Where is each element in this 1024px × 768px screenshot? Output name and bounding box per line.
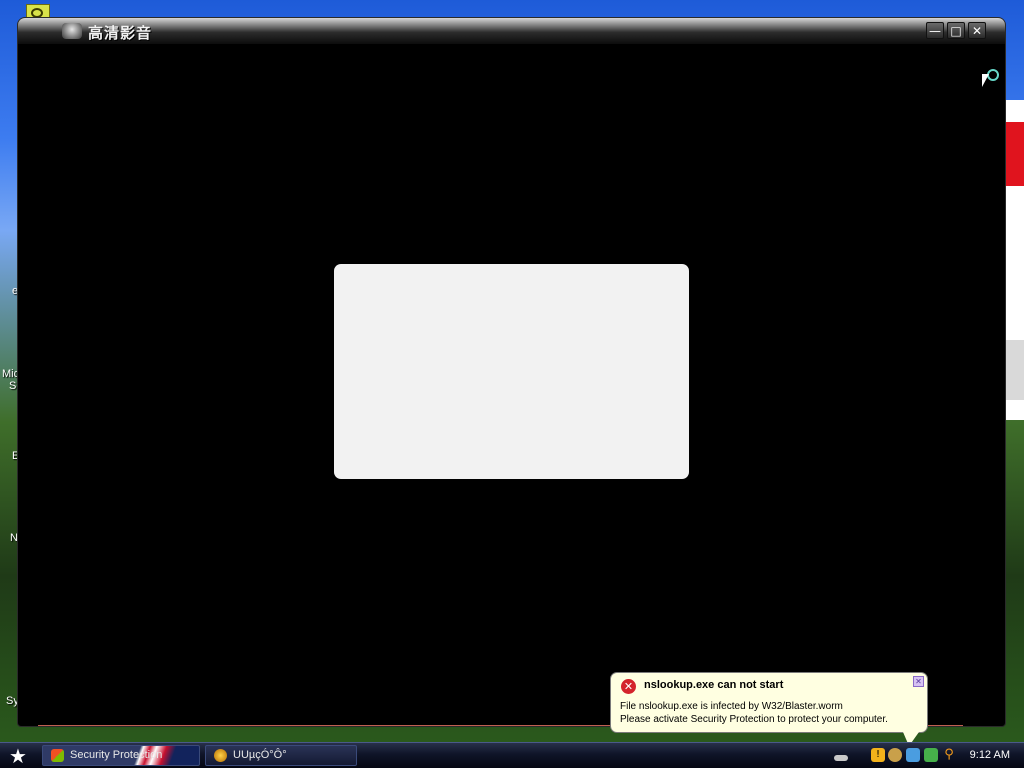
minimize-button[interactable]: — <box>926 22 944 39</box>
video-placeholder[interactable] <box>334 264 689 479</box>
app-icon <box>214 749 227 762</box>
taskbar-button-security-protection[interactable]: Security Protection <box>42 745 200 766</box>
background-window-header <box>1003 122 1024 186</box>
start-button[interactable]: ★ <box>6 745 30 767</box>
desktop: e Mic Sl E N Sy 高清影音 — □ ✕ ✕ nslookup.ex… <box>0 0 1024 768</box>
close-button[interactable]: ✕ <box>968 22 986 39</box>
keyboard-icon[interactable] <box>834 755 848 761</box>
network-icon[interactable] <box>924 748 938 762</box>
taskbar-button-label: Security Protection <box>70 749 163 761</box>
mouse-cursor-icon <box>982 74 989 87</box>
background-window[interactable] <box>1003 100 1024 420</box>
clock[interactable]: 9:12 AM <box>970 745 1010 766</box>
warning-shield-icon[interactable]: ! <box>871 748 885 762</box>
window-title: 高清影音 <box>88 25 153 42</box>
security-shield-icon[interactable] <box>906 748 920 762</box>
app-logo-icon <box>62 23 82 39</box>
close-icon[interactable]: ✕ <box>913 676 924 687</box>
notification-balloon[interactable]: ✕ nslookup.exe can not start ✕ File nslo… <box>610 672 928 733</box>
taskbar-button-label: UUµçÓ°Ô° <box>233 749 287 761</box>
balloon-message-line: File nslookup.exe is infected by W32/Bla… <box>620 701 843 712</box>
shield-icon <box>51 749 64 762</box>
search-icon[interactable]: ⚲ <box>942 748 956 762</box>
video-player-window: 高清影音 — □ ✕ <box>17 17 1006 727</box>
balloon-message-line: Please activate Security Protection to p… <box>620 714 888 725</box>
taskbar-button-app[interactable]: UUµçÓ°Ô° <box>205 745 357 766</box>
taskbar: ★ Security Protection UUµçÓ°Ô° ! ⚲ 9:12 … <box>0 742 1024 768</box>
system-tray: ! ⚲ 9:12 AM <box>828 745 1024 766</box>
error-icon: ✕ <box>621 679 636 694</box>
update-icon[interactable] <box>888 748 902 762</box>
background-window-panel <box>1003 340 1024 400</box>
balloon-title: nslookup.exe can not start <box>644 679 784 691</box>
title-bar[interactable]: 高清影音 — □ ✕ <box>18 18 1005 44</box>
maximize-button[interactable]: □ <box>947 22 965 39</box>
